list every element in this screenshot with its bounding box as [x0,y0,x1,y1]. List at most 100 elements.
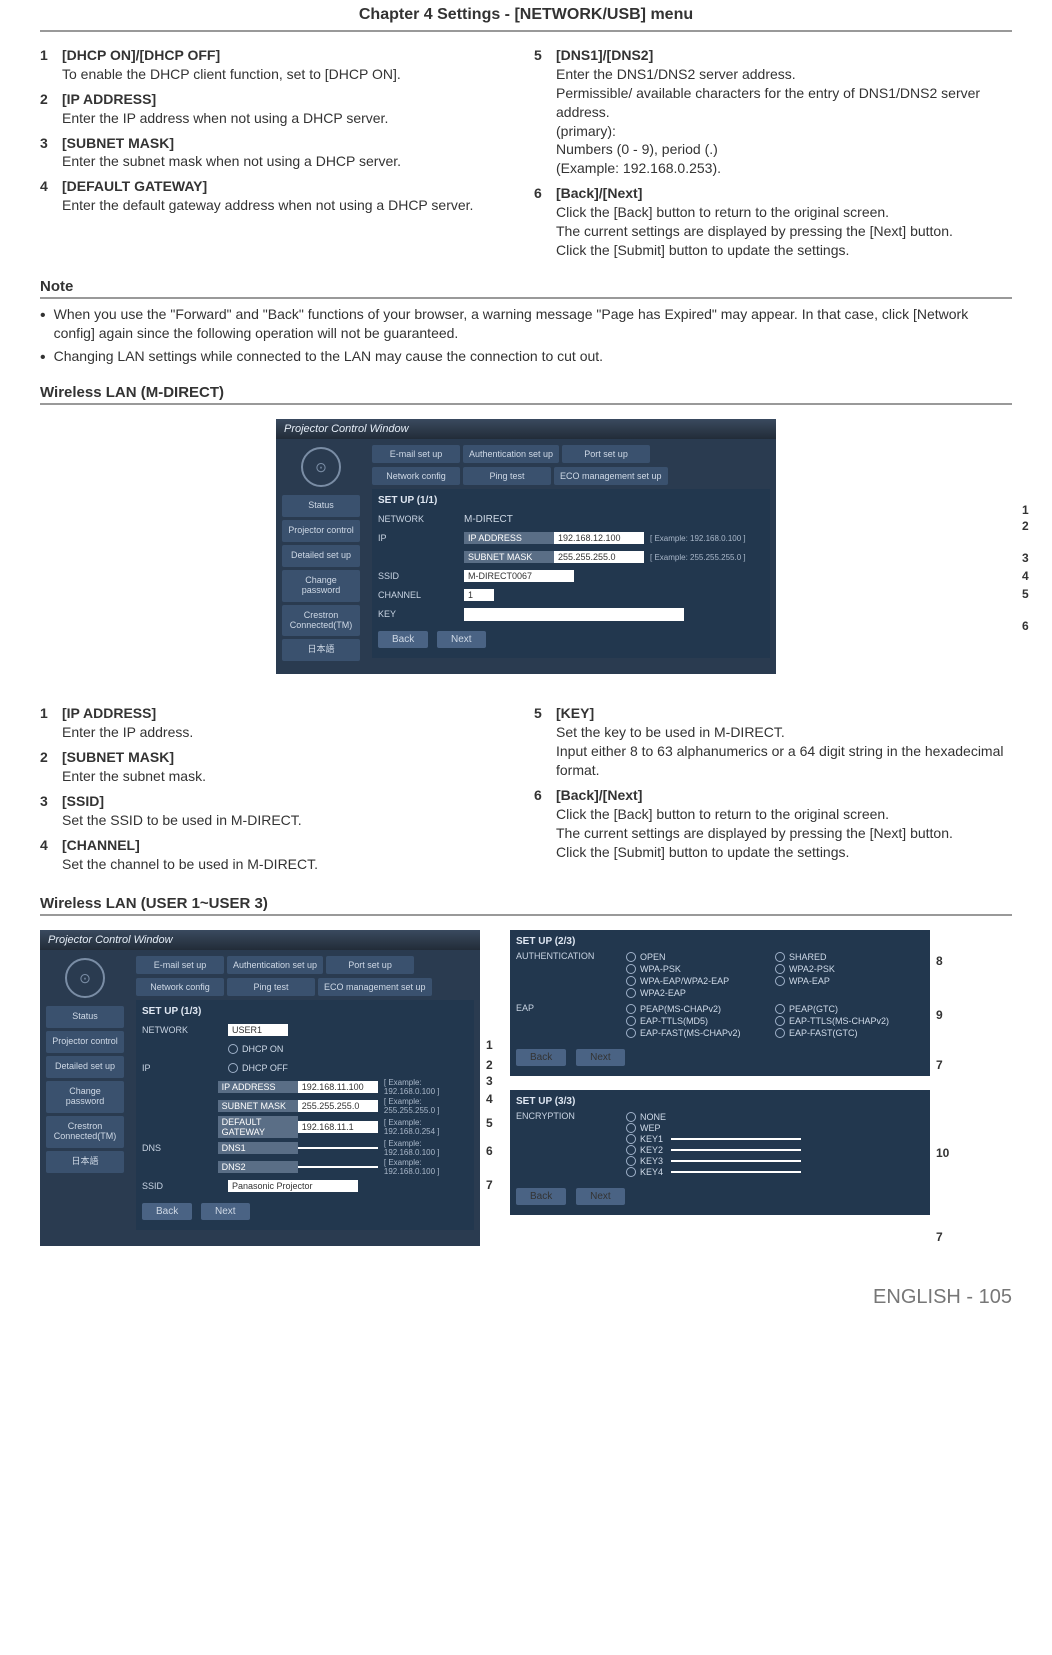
next-button[interactable]: Next [437,631,486,648]
list-item: 4[CHANNEL]Set the channel to be used in … [40,836,518,874]
panel-title-3-3: SET UP (3/3) [516,1096,924,1107]
input-key3[interactable] [671,1160,801,1162]
panel-title-2-3: SET UP (2/3) [516,936,924,947]
radio-eap[interactable]: EAP-TTLS(MS-CHAPv2) [775,1016,924,1026]
radio-dhcp-on[interactable]: DHCP ON [228,1044,283,1054]
list-item: 2[SUBNET MASK]Enter the subnet mask. [40,748,518,786]
panel-title: SET UP (1/1) [378,495,764,506]
radio-auth[interactable]: WPA-EAP [775,976,924,986]
radio-enc-none[interactable]: NONE [626,1112,924,1122]
side-status[interactable]: Status [46,1006,124,1028]
radio-enc-wep[interactable]: WEP [626,1123,924,1133]
list-item: 6[Back]/[Next]Click the [Back] button to… [534,184,1012,260]
tab-eco[interactable]: ECO management set up [318,978,432,996]
lbl-ipaddr: IP ADDRESS [464,532,554,544]
callout-u5: 5 [486,1116,493,1130]
tab-port[interactable]: Port set up [326,956,414,974]
lbl-network: NETWORK [142,1025,228,1035]
note-item: When you use the "Forward" and "Back" fu… [40,305,1012,343]
tab-network[interactable]: Network config [136,978,224,996]
input-dns2[interactable] [298,1166,378,1168]
radio-eap[interactable]: EAP-TTLS(MD5) [626,1016,775,1026]
input-ssid-user[interactable]: Panasonic Projector [228,1180,358,1192]
callout-u7c: 7 [936,1230,943,1244]
lbl-dns1: DNS1 [218,1142,298,1154]
input-key1[interactable] [671,1138,801,1140]
side-japanese[interactable]: 日本語 [46,1151,124,1173]
callout-3: 3 [1022,551,1029,565]
input-subnet-user[interactable]: 255.255.255.0 [298,1100,378,1112]
logo-icon: ⊙ [65,958,105,998]
side-change-pw[interactable]: Change password [46,1081,124,1113]
input-key4[interactable] [671,1171,801,1173]
radio-key[interactable]: KEY4 [626,1167,924,1177]
list-item: 2[IP ADDRESS]Enter the IP address when n… [40,90,518,128]
back-button[interactable]: Back [516,1049,566,1066]
radio-key[interactable]: KEY2 [626,1145,924,1155]
intro-columns: 1[DHCP ON]/[DHCP OFF]To enable the DHCP … [40,46,1012,266]
input-key2[interactable] [671,1149,801,1151]
hint-gw: [ Example: 192.168.0.254 ] [384,1118,468,1136]
side-change-pw[interactable]: Change password [282,570,360,602]
radio-auth[interactable]: WPA2-EAP [626,988,775,998]
input-gateway-user[interactable]: 192.168.11.1 [298,1121,378,1133]
side-japanese[interactable]: 日本語 [282,639,360,661]
lbl-encryption: ENCRYPTION [516,1111,626,1121]
side-status[interactable]: Status [282,495,360,517]
tab-ping[interactable]: Ping test [227,978,315,996]
tab-network[interactable]: Network config [372,467,460,485]
callout-u10: 10 [936,1146,949,1160]
radio-auth[interactable]: SHARED [775,952,924,962]
hint-ip: [ Example: 192.168.0.100 ] [384,1078,468,1096]
radio-eap[interactable]: PEAP(MS-CHAPv2) [626,1004,775,1014]
side-detailed[interactable]: Detailed set up [46,1056,124,1078]
tab-email[interactable]: E-mail set up [372,445,460,463]
lbl-key: KEY [378,609,464,619]
radio-eap[interactable]: PEAP(GTC) [775,1004,924,1014]
radio-auth[interactable]: WPA2-PSK [775,964,924,974]
tab-email[interactable]: E-mail set up [136,956,224,974]
back-button[interactable]: Back [516,1188,566,1205]
input-ssid[interactable]: M-DIRECT0067 [464,570,574,582]
list-item: 1[IP ADDRESS]Enter the IP address. [40,704,518,742]
radio-auth[interactable]: WPA-EAP/WPA2-EAP [626,976,775,986]
callout-1: 1 [1022,503,1029,517]
radio-auth[interactable]: OPEN [626,952,775,962]
input-subnet[interactable]: 255.255.255.0 [554,551,644,563]
window-title-2: Projector Control Window [40,930,480,950]
input-ip[interactable]: 192.168.12.100 [554,532,644,544]
tab-auth[interactable]: Authentication set up [227,956,323,974]
radio-key[interactable]: KEY1 [626,1134,924,1144]
lbl-ipaddr: IP ADDRESS [218,1081,298,1093]
side-detailed[interactable]: Detailed set up [282,545,360,567]
radio-key[interactable]: KEY3 [626,1156,924,1166]
tab-port[interactable]: Port set up [562,445,650,463]
side-projector[interactable]: Projector control [46,1031,124,1053]
next-button[interactable]: Next [576,1188,625,1205]
radio-eap[interactable]: EAP-FAST(GTC) [775,1028,924,1038]
select-channel[interactable]: 1 [464,589,494,601]
lbl-subnet: SUBNET MASK [464,551,554,563]
tab-eco[interactable]: ECO management set up [554,467,668,485]
radio-auth[interactable]: WPA-PSK [626,964,775,974]
radio-eap[interactable]: EAP-FAST(MS-CHAPv2) [626,1028,775,1038]
input-ip-user[interactable]: 192.168.11.100 [298,1081,378,1093]
input-key[interactable] [464,608,684,621]
side-projector[interactable]: Projector control [282,520,360,542]
input-dns1[interactable] [298,1147,378,1149]
lbl-dns: DNS [142,1143,218,1153]
chapter-title: Chapter 4 Settings - [NETWORK/USB] menu [40,0,1012,32]
callout-5: 5 [1022,587,1029,601]
side-crestron[interactable]: Crestron Connected(TM) [282,605,360,637]
radio-dhcp-off[interactable]: DHCP OFF [228,1063,288,1073]
tab-auth[interactable]: Authentication set up [463,445,559,463]
lbl-gateway: DEFAULT GATEWAY [218,1116,298,1138]
lbl-dns2: DNS2 [218,1161,298,1173]
back-button[interactable]: Back [378,631,428,648]
side-crestron[interactable]: Crestron Connected(TM) [46,1116,124,1148]
hint-subnet: [ Example: 255.255.255.0 ] [384,1097,468,1115]
back-button[interactable]: Back [142,1203,192,1220]
next-button[interactable]: Next [201,1203,250,1220]
tab-ping[interactable]: Ping test [463,467,551,485]
next-button[interactable]: Next [576,1049,625,1066]
